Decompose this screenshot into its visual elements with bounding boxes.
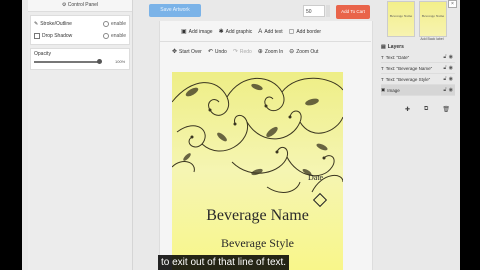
add-image-label: Add image <box>188 28 213 35</box>
eye-icon[interactable]: ◉ <box>449 76 453 82</box>
lock-icon[interactable]: 🔓︎ <box>443 87 446 93</box>
shadow-enable-toggle[interactable]: enable <box>102 33 126 39</box>
control-panel-title: Control Panel <box>67 2 99 8</box>
stroke-enable-label: enable <box>110 21 126 27</box>
add-image-button[interactable]: ▣ Add image <box>181 28 213 36</box>
radio-icon <box>102 21 109 27</box>
layer-item[interactable]: T Text: "Beverage Name" 🔓︎ ◉ <box>381 63 455 74</box>
text-layer-icon: T <box>381 65 384 71</box>
gear-icon: ⚙ <box>61 2 67 8</box>
label-date-text[interactable]: Date <box>308 173 323 182</box>
layer-item-selected[interactable]: ▣ Image 🔓︎ ◉ <box>381 85 455 96</box>
eye-icon[interactable]: ◉ <box>449 87 453 93</box>
effects-box: ✎ Stroke/Outline enable Drop Shadow enab… <box>30 15 130 45</box>
undo-icon: ↶ <box>207 49 213 55</box>
layers-title: Layers <box>387 44 404 50</box>
zoom-out-icon: ⊖ <box>289 49 295 55</box>
add-text-button[interactable]: A Add text <box>258 29 282 35</box>
opacity-slider-handle[interactable] <box>97 59 102 64</box>
layer-tools: ✚ ⧉ 🗑︎ <box>405 106 450 113</box>
save-artwork-button[interactable]: Save Artwork <box>149 4 201 17</box>
move-icon: ✥ <box>172 49 178 55</box>
move-up-icon[interactable]: ✚ <box>405 106 410 113</box>
eye-icon[interactable]: ◉ <box>449 65 453 71</box>
stroke-icon: ✎ <box>34 21 39 27</box>
layer-label: Text: "Beverage Style" <box>385 76 431 82</box>
zoom-in-icon: ⊕ <box>257 49 263 55</box>
zoom-out-button[interactable]: ⊖ Zoom Out <box>289 48 319 56</box>
layer-label: Image <box>387 87 400 93</box>
add-text-label: Add text <box>264 28 283 35</box>
edit-tools-row: ✥ Start Over ↶ Undo ↷ Redo ⊕ Zoom In ⊖ Z… <box>172 48 319 56</box>
text-icon: A <box>258 28 263 35</box>
opacity-value: 100% <box>115 59 126 64</box>
undo-label: Undo <box>214 48 227 55</box>
add-back-label-caption[interactable]: Add Back label <box>417 37 447 41</box>
shadow-enable-label: enable <box>110 33 126 39</box>
text-layer-icon: T <box>381 76 384 82</box>
label-beverage-name[interactable]: Beverage Name <box>172 207 343 225</box>
lock-icon[interactable]: 🔓︎ <box>443 65 446 71</box>
opacity-label: Opacity <box>34 51 51 57</box>
redo-button[interactable]: ↷ Redo <box>232 48 252 56</box>
zoom-out-label: Zoom Out <box>296 48 319 55</box>
layer-item[interactable]: T Text: "Beverage Style" 🔓︎ ◉ <box>381 74 455 85</box>
redo-label: Redo <box>239 48 252 55</box>
lock-icon[interactable]: 🔓︎ <box>443 76 446 82</box>
add-graphic-button[interactable]: ✱ Add graphic <box>218 28 253 36</box>
add-tools-row: ▣ Add image ✱ Add graphic A Add text ▢ A… <box>181 28 322 36</box>
layer-label: Text: "Date" <box>385 54 410 60</box>
thumb-front-text: Beverage Name <box>389 14 413 18</box>
control-panel-header: ⚙ Control Panel <box>28 0 132 12</box>
image-layer-icon: ▣ <box>381 87 386 92</box>
redo-icon: ↷ <box>232 49 238 55</box>
lock-icon[interactable]: 🔓︎ <box>443 54 446 60</box>
stroke-enable-toggle[interactable]: enable <box>102 21 126 27</box>
text-layer-icon: T <box>381 54 384 60</box>
border-icon: ▢ <box>288 29 295 35</box>
thumb-back-text: Beverage Name <box>421 14 445 18</box>
trash-icon[interactable]: 🗑︎ <box>442 106 450 113</box>
quantity-input[interactable]: 50 <box>303 5 325 17</box>
add-graphic-label: Add graphic <box>225 28 253 35</box>
stroke-row: ✎ Stroke/Outline enable <box>34 18 126 30</box>
add-to-cart-button[interactable]: Add To Cart <box>336 5 370 19</box>
start-over-label: Start Over <box>179 48 202 55</box>
video-caption: to exit out of that line of text. <box>158 255 290 270</box>
undo-button[interactable]: ↶ Undo <box>207 48 227 56</box>
control-panel: ⚙ Control Panel ✎ Stroke/Outline enable … <box>28 0 133 270</box>
layers-panel: ▤ Layers T Text: "Date" 🔓︎ ◉ T Text: "Bev… <box>381 44 455 99</box>
quantity-stepper[interactable] <box>326 5 330 17</box>
stroke-label: Stroke/Outline <box>40 21 72 27</box>
zoom-in-label: Zoom In <box>264 48 284 55</box>
shadow-checkbox-icon <box>34 33 40 39</box>
back-label-thumbnail[interactable]: Beverage Name <box>419 1 447 37</box>
layer-item[interactable]: T Text: "Date" 🔓︎ ◉ <box>381 52 455 63</box>
add-border-label: Add border <box>296 28 322 35</box>
start-over-button[interactable]: ✥ Start Over <box>172 48 202 56</box>
opacity-slider[interactable] <box>34 59 102 64</box>
label-beverage-style[interactable]: Beverage Style <box>172 236 343 251</box>
layer-label: Text: "Beverage Name" <box>385 65 433 71</box>
opacity-box: Opacity 100% <box>30 48 130 70</box>
shadow-row: Drop Shadow enable <box>34 30 126 42</box>
eye-icon[interactable]: ◉ <box>449 54 453 60</box>
close-icon[interactable]: × <box>448 0 457 8</box>
graphic-icon: ✱ <box>218 29 224 35</box>
left-video-border <box>0 0 22 270</box>
layers-icon: ▤ <box>381 44 386 50</box>
add-border-button[interactable]: ▢ Add border <box>288 28 322 36</box>
right-video-border <box>460 0 480 270</box>
shadow-label: Drop Shadow <box>42 33 73 39</box>
front-label-thumbnail[interactable]: Beverage Name <box>387 1 415 37</box>
zoom-in-button[interactable]: ⊕ Zoom In <box>257 48 284 56</box>
image-icon: ▣ <box>181 29 187 35</box>
duplicate-icon[interactable]: ⧉ <box>424 106 428 113</box>
radio-icon <box>102 33 109 39</box>
toolbar-divider <box>159 41 371 42</box>
